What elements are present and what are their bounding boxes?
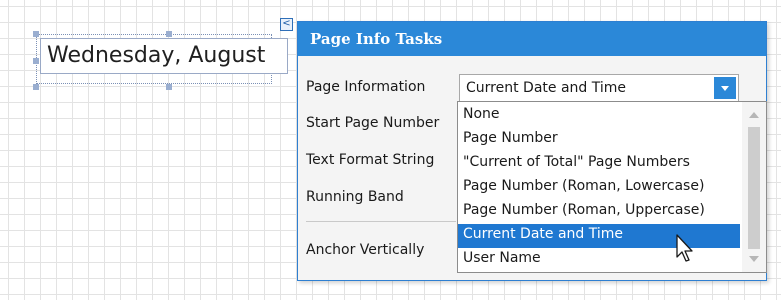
dropdown-scrollbar[interactable] <box>742 102 766 272</box>
anchor-vertically-label: Anchor Vertically <box>306 242 425 258</box>
running-band-label: Running Band <box>306 189 404 205</box>
resize-handle[interactable] <box>33 84 39 90</box>
dropdown-option[interactable]: Page Number (Roman, Lowercase) <box>458 176 740 200</box>
dropdown-option[interactable]: "Current of Total" Page Numbers <box>458 152 740 176</box>
dropdown-option[interactable]: User Name <box>458 248 740 272</box>
smart-tag-button[interactable]: < <box>280 18 293 31</box>
resize-handle[interactable] <box>166 31 172 37</box>
dropdown-option[interactable]: Page Number (Roman, Uppercase) <box>458 200 740 224</box>
text-format-string-label: Text Format String <box>306 152 435 168</box>
mouse-pointer-icon <box>676 234 693 262</box>
page-info-control[interactable]: Wednesday, August <box>40 38 288 74</box>
panel-title: Page Info Tasks <box>298 22 766 56</box>
start-page-number-label: Start Page Number <box>306 115 440 131</box>
chevron-left-icon: < <box>282 18 291 29</box>
page-information-combo[interactable]: Current Date and Time <box>459 74 739 102</box>
page-information-dropdown[interactable]: None Page Number "Current of Total" Page… <box>457 101 767 273</box>
page-information-label: Page Information <box>306 79 426 95</box>
scroll-down-icon[interactable] <box>749 256 759 262</box>
page-information-value: Current Date and Time <box>466 80 626 96</box>
design-surface[interactable]: Wednesday, August < Page Info Tasks Page… <box>0 0 781 300</box>
resize-handle[interactable] <box>33 31 39 37</box>
resize-handle[interactable] <box>33 58 39 64</box>
dropdown-option-selected[interactable]: Current Date and Time <box>458 224 740 248</box>
page-info-control-text: Wednesday, August <box>47 43 266 68</box>
resize-handle[interactable] <box>166 84 172 90</box>
section-divider <box>306 221 456 222</box>
scroll-up-icon[interactable] <box>749 112 759 118</box>
dropdown-option[interactable]: Page Number <box>458 128 740 152</box>
scrollbar-thumb[interactable] <box>748 127 760 249</box>
dropdown-option[interactable]: None <box>458 104 740 128</box>
chevron-down-icon[interactable] <box>714 77 736 99</box>
